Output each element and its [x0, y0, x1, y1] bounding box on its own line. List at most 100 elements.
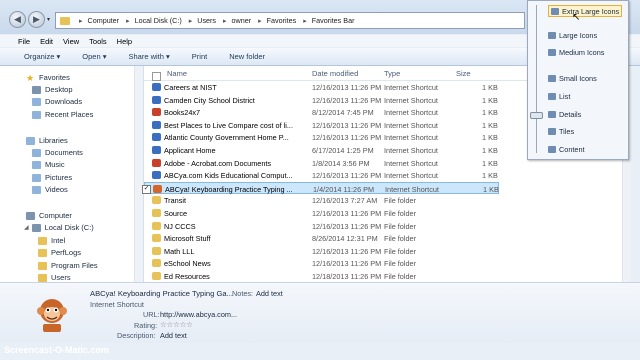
breadcrumb-users[interactable]: Users [197, 16, 216, 25]
recent-pages-dropdown[interactable]: ▾ [47, 16, 50, 23]
nav-documents[interactable]: Documents [32, 147, 83, 158]
breadcrumb-owner[interactable]: owner [232, 16, 252, 25]
file-row[interactable]: Microsoft Stuff 8/26/2014 12:31 PM File fo… [144, 232, 499, 244]
breadcrumb-favorites[interactable]: Favorites [267, 16, 297, 25]
internet-shortcut-icon [152, 120, 161, 129]
file-row[interactable]: Books24x7 8/12/2014 7:45 PM Internet Short… [144, 106, 499, 118]
nav-folder-program-files[interactable]: Program Files [38, 260, 98, 271]
file-row[interactable]: ✓ ABCya! Keyboarding Practice Typing ... 1… [142, 181, 499, 194]
nav-music[interactable]: Music [32, 159, 65, 170]
internet-shortcut-icon [153, 184, 162, 193]
view-slider-track[interactable] [536, 5, 537, 153]
nav-folder-perflogs[interactable]: PerfLogs [38, 247, 81, 258]
nav-favorites[interactable]: ★ Favorites [26, 72, 70, 83]
nav-folder-label: Intel [51, 236, 66, 245]
file-type: File folder [384, 196, 417, 206]
file-date: 1/4/2014 11:26 PM [313, 184, 375, 194]
notes-value[interactable]: Add text [256, 289, 283, 298]
menu-tools[interactable]: Tools [89, 37, 107, 46]
view-tiles[interactable]: Tiles [548, 125, 574, 137]
view-large-icons[interactable]: Large Icons [548, 29, 597, 41]
file-date: 12/18/2013 11:26 PM [312, 272, 382, 281]
view-list-label: List [559, 91, 571, 101]
file-row[interactable]: Camden City School District 12/16/2013 11… [144, 94, 499, 106]
file-row[interactable]: Applicant Home 6/17/2014 1:25 PM Internet … [144, 144, 499, 156]
file-type: File folder [384, 209, 417, 218]
view-tiles-label: Tiles [559, 126, 575, 136]
view-details[interactable]: Details [548, 108, 581, 120]
back-button[interactable]: ◀ [9, 11, 26, 28]
file-date: 12/16/2013 11:26 PM [312, 95, 382, 105]
file-date: 6/17/2014 1:25 PM [312, 146, 374, 155]
file-row[interactable]: NJ CCCS 12/16/2013 11:26 PM File folder [144, 220, 499, 232]
file-name: Camden City School District [164, 95, 255, 105]
menu-view[interactable]: View [63, 37, 79, 46]
file-row[interactable]: Transit 12/16/2013 7:27 AM File folder [144, 194, 499, 206]
view-extra-large-icons[interactable]: Extra Large Icons [548, 5, 623, 17]
file-row[interactable]: eSchool News 12/16/2013 11:26 PM File fold… [144, 257, 499, 269]
row-checkbox[interactable]: ✓ [142, 184, 151, 194]
chevron-right-icon: ▸ [126, 17, 130, 25]
menu-file[interactable]: File [18, 37, 30, 46]
file-row[interactable]: Math LLL 12/16/2013 11:26 PM File folder [144, 245, 499, 257]
column-name[interactable]: Name [167, 69, 187, 78]
view-medium-icons[interactable]: Medium Icons [548, 46, 604, 58]
file-type: Internet Shortcut [384, 108, 438, 118]
file-row[interactable]: Careers at NIST 12/16/2013 11:26 PM Intern… [144, 81, 499, 93]
view-slider-thumb[interactable] [530, 112, 543, 119]
folder-icon [60, 16, 70, 25]
file-date: 12/16/2013 11:26 PM [312, 209, 382, 218]
view-content-label: Content [559, 144, 585, 154]
view-list[interactable]: List [548, 90, 570, 102]
file-row[interactable]: Atlantic County Government Home P... 12/1… [144, 131, 499, 143]
file-row[interactable]: Best Places to Live Compare cost of li..… [144, 119, 499, 131]
forward-button[interactable]: ▶ [28, 11, 45, 28]
breadcrumb-favorites-bar[interactable]: Favorites Bar [312, 16, 355, 25]
nav-computer[interactable]: Computer [26, 210, 72, 221]
open-button[interactable]: Open ▾ [82, 52, 106, 61]
chevron-right-icon: ▸ [258, 17, 262, 25]
file-type: Internet Shortcut [384, 95, 438, 105]
column-type[interactable]: Type [384, 69, 400, 78]
nav-favorites-label: Favorites [39, 73, 70, 82]
file-size: 1 KB [482, 120, 498, 130]
file-size: 1 KB [482, 146, 498, 155]
column-date-modified[interactable]: Date modified [312, 69, 358, 78]
nav-desktop-label: Desktop [45, 85, 73, 94]
list-icon [548, 92, 556, 100]
breadcrumb-local-disk[interactable]: Local Disk (C:) [135, 16, 182, 25]
view-small-icons[interactable]: Small Icons [548, 72, 597, 84]
nav-libraries[interactable]: Libraries [26, 135, 68, 146]
nav-desktop[interactable]: Desktop [32, 84, 73, 95]
nav-folder-intel[interactable]: Intel [38, 235, 65, 246]
share-with-button[interactable]: Share with ▾ [128, 52, 169, 61]
file-row[interactable]: Ed Resources 12/18/2013 11:26 PM File fold… [144, 270, 499, 282]
nav-recent-places[interactable]: Recent Places [32, 109, 93, 120]
address-bar[interactable]: ▸ Computer ▸ Local Disk (C:) ▸ Users ▸ o… [55, 12, 525, 29]
column-size[interactable]: Size [456, 69, 471, 78]
file-name: Ed Resources [164, 272, 210, 281]
file-row[interactable]: ABCya.com Kids Educational Comput... 12/1… [144, 169, 499, 181]
file-row[interactable]: Adobe - Acrobat.com Documents 1/8/2014 3:… [144, 157, 499, 169]
nav-videos[interactable]: Videos [32, 184, 68, 195]
music-icon [32, 160, 41, 169]
nav-pictures-label: Pictures [45, 173, 73, 182]
menu-edit[interactable]: Edit [40, 37, 53, 46]
new-folder-button[interactable]: New folder [229, 52, 265, 61]
print-button[interactable]: Print [192, 52, 207, 61]
nav-downloads[interactable]: Downloads [32, 96, 82, 107]
content-icon [548, 145, 556, 153]
nav-pictures[interactable]: Pictures [32, 172, 72, 183]
description-value[interactable]: Add text [160, 331, 187, 340]
menu-help[interactable]: Help [117, 37, 132, 46]
folder-icon [38, 261, 47, 270]
nav-scrollbar[interactable] [134, 66, 143, 282]
view-content[interactable]: Content [548, 143, 585, 155]
nav-local-disk[interactable]: ◢ Local Disk (C:) [24, 222, 94, 233]
organize-button[interactable]: Organize ▾ [24, 52, 60, 61]
breadcrumb-computer[interactable]: Computer [88, 16, 120, 25]
url-value[interactable]: http://www.abcya.com... [160, 310, 237, 319]
rating-stars[interactable]: ☆☆☆☆☆ [160, 320, 193, 329]
file-row[interactable]: Source 12/16/2013 11:26 PM File folder [144, 207, 499, 219]
expand-triangle-icon[interactable]: ◢ [24, 224, 29, 231]
